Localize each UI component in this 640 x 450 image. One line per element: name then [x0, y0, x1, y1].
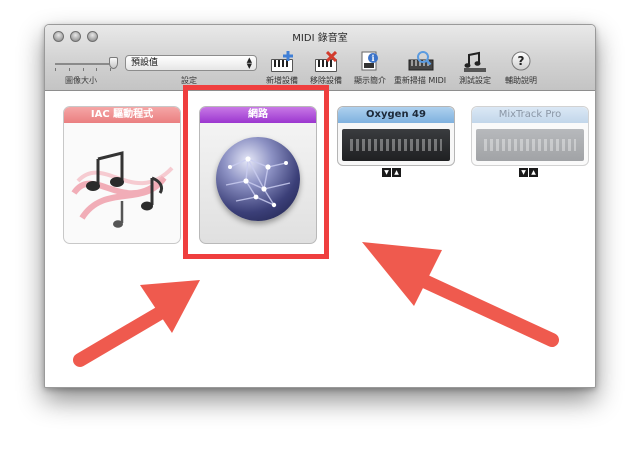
show-info-button[interactable]: i 顯示簡介 — [346, 51, 394, 89]
test-setup-button[interactable]: 測試設定 — [451, 51, 499, 89]
oxygen-ports[interactable]: ▼ ▲ — [382, 168, 401, 177]
device-mixtrack-pro[interactable]: MixTrack Pro — [471, 106, 589, 166]
device-name-iac: IAC 驅動程式 — [64, 107, 180, 123]
rescan-midi-label: 重新掃描 MIDI — [393, 76, 447, 85]
svg-text:?: ? — [518, 54, 525, 68]
remove-device-button[interactable]: 移除設備 — [302, 51, 350, 89]
help-icon: ? — [509, 51, 533, 73]
device-name-oxygen: Oxygen 49 — [338, 107, 454, 123]
highlight-box — [183, 85, 329, 259]
left-arrow-annotation — [73, 280, 200, 367]
rescan-midi-button[interactable]: 重新掃描 MIDI — [390, 51, 450, 89]
music-notes-icon — [64, 123, 180, 243]
keyboard-panel-icon — [342, 129, 450, 161]
device-iac-driver[interactable]: IAC 驅動程式 — [63, 106, 181, 244]
device-oxygen-49[interactable]: Oxygen 49 — [337, 106, 455, 166]
mixtrack-ports[interactable]: ▼ ▲ — [519, 168, 538, 177]
select-arrows-icon: ▲ ▼ — [246, 56, 252, 70]
test-setup-label: 測試設定 — [459, 76, 491, 85]
toolbar: MIDI 錄音室 圖像大小 預設值 ▲ ▼ 設定 新增設備 移除設備 i 顯示簡… — [45, 25, 595, 91]
right-arrow-annotation — [362, 242, 559, 347]
port-down-icon[interactable]: ▼ — [519, 168, 528, 177]
controller-panel-icon — [476, 129, 584, 161]
add-device-icon — [270, 51, 294, 73]
port-up-icon[interactable]: ▲ — [529, 168, 538, 177]
test-setup-icon — [463, 51, 487, 73]
configuration-value: 預設值 — [131, 58, 159, 68]
icon-size-slider[interactable] — [55, 57, 119, 71]
help-label: 輔助說明 — [505, 76, 537, 85]
port-down-icon[interactable]: ▼ — [382, 168, 391, 177]
add-device-button[interactable]: 新增設備 — [258, 51, 306, 89]
remove-device-icon — [314, 51, 338, 73]
icon-size-label: 圖像大小 — [65, 76, 97, 85]
port-up-icon[interactable]: ▲ — [392, 168, 401, 177]
help-button[interactable]: ? 輔助說明 — [497, 51, 545, 89]
svg-text:i: i — [371, 53, 374, 63]
window-title: MIDI 錄音室 — [292, 33, 348, 44]
device-name-mixtrack: MixTrack Pro — [472, 107, 588, 123]
configuration-select[interactable]: 預設值 ▲ ▼ — [125, 55, 257, 71]
show-info-icon: i — [358, 51, 382, 73]
rescan-midi-icon — [408, 51, 434, 73]
slider-knob[interactable] — [109, 57, 118, 69]
show-info-label: 顯示簡介 — [354, 76, 386, 85]
